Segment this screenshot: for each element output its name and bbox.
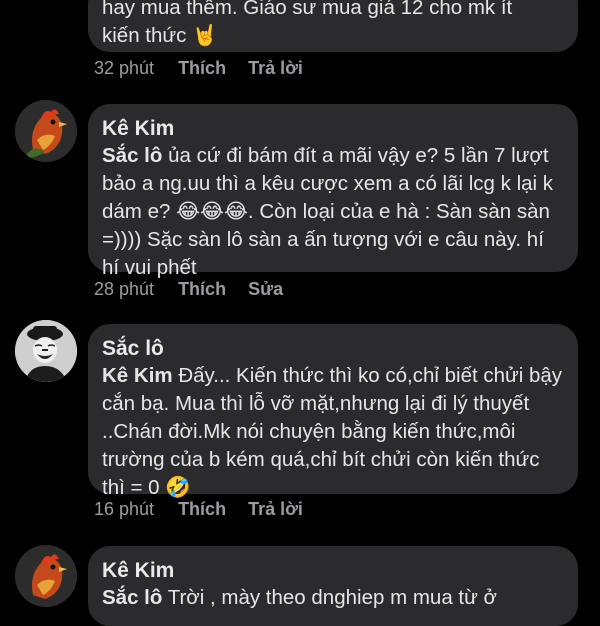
comment-text: hay mua thêm. Giáo sư mua giá 12 cho mk … — [102, 0, 564, 50]
avatar[interactable] — [15, 100, 77, 162]
comment-time: 32 phút — [94, 58, 155, 78]
avatar[interactable] — [15, 320, 77, 382]
like-button[interactable]: Thích — [178, 499, 226, 520]
rooster-avatar-icon — [15, 100, 77, 162]
comment-body: Trời , mày theo dnghiep m mua từ ở — [162, 586, 497, 609]
comment-text-line: hay mua thêm. Giáo sư mua giá 12 cho mk … — [102, 0, 513, 19]
comment-time: 16 phút — [94, 499, 155, 519]
like-button[interactable]: Thích — [178, 58, 226, 79]
comment-author[interactable]: Kê Kim — [102, 116, 564, 142]
comment-bubble[interactable]: Kê Kim Sắc lô ủa cứ đi bám đít a mãi vậy… — [88, 104, 578, 279]
comment-author[interactable]: Sắc lô — [102, 336, 564, 362]
comment-author[interactable]: Kê Kim — [102, 558, 564, 584]
laughing-man-avatar-icon — [15, 320, 77, 382]
mention-link[interactable]: Kê Kim — [102, 364, 173, 387]
comment-bubble[interactable]: hay mua thêm. Giáo sư mua giá 12 cho mk … — [88, 0, 578, 52]
comment-body: ủa cứ đi bám đít a mãi vậy e? 5 lần 7 lư… — [102, 144, 554, 279]
comment-meta: 28 phút Thích Sửa — [94, 279, 305, 300]
comment-meta: 16 phút Thích Trả lời — [94, 499, 325, 520]
comment-meta: 32 phút Thích Trả lời — [94, 58, 325, 79]
comment-time: 28 phút — [94, 279, 155, 299]
comment-text: Sắc lô Trời , mày theo dnghiep m mua từ … — [102, 584, 564, 612]
rooster-avatar-icon — [15, 545, 77, 607]
edit-button[interactable]: Sửa — [248, 279, 283, 300]
comment-text: Kê Kim Đấy... Kiến thức thì ko có,chỉ bi… — [102, 362, 564, 502]
avatar[interactable] — [15, 545, 77, 607]
reply-button[interactable]: Trả lời — [248, 58, 303, 79]
comment-bubble[interactable]: Kê Kim Sắc lô Trời , mày theo dnghiep m … — [88, 546, 578, 626]
mention-link[interactable]: Sắc lô — [102, 144, 162, 167]
comment-bubble[interactable]: Sắc lô Kê Kim Đấy... Kiến thức thì ko có… — [88, 324, 578, 499]
mention-link[interactable]: Sắc lô — [102, 586, 162, 609]
comment-text: Sắc lô ủa cứ đi bám đít a mãi vậy e? 5 l… — [102, 142, 564, 282]
comment-text-line: kiến thức 🤘 — [102, 24, 218, 47]
like-button[interactable]: Thích — [178, 279, 226, 300]
reply-button[interactable]: Trả lời — [248, 499, 303, 520]
